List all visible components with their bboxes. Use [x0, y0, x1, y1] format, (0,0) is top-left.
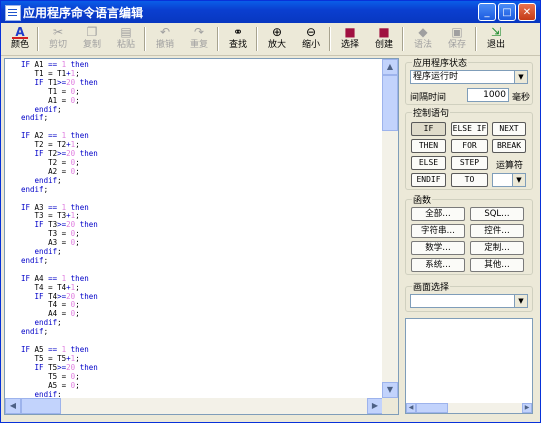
select-icon: ■	[344, 25, 356, 39]
font-color-icon: A	[12, 25, 28, 39]
scroll-left-button[interactable]: ◀	[5, 398, 21, 414]
toolbar-separator	[37, 27, 39, 51]
scroll-right-button[interactable]: ▶	[522, 403, 532, 413]
title-bar: 应用程序命令语言编辑 _ □ ✕	[1, 1, 540, 23]
interval-input[interactable]: 1000	[467, 88, 509, 102]
then-button[interactable]: THEN	[411, 139, 446, 153]
chevron-down-icon[interactable]: ▼	[512, 174, 525, 186]
vertical-scrollbar[interactable]: ▲ ▼	[382, 59, 398, 398]
create-icon: ■	[378, 25, 390, 39]
toolbar-separator	[475, 27, 477, 51]
operator-select[interactable]: ▼	[492, 173, 526, 187]
horizontal-scrollbar[interactable]: ◀ ▶	[5, 398, 383, 414]
copy-icon: ❐	[86, 25, 98, 39]
zoom-out-button[interactable]: ⊖ 缩小	[294, 25, 328, 53]
else-if-button[interactable]: ELSE IF	[451, 122, 488, 136]
func-control-button[interactable]: 控件…	[470, 224, 524, 238]
paste-button[interactable]: ▤ 粘贴	[109, 25, 143, 53]
app-state-value: 程序运行时	[413, 72, 459, 82]
create-button[interactable]: ■ 创建	[367, 25, 401, 53]
step-button[interactable]: STEP	[451, 156, 488, 170]
syntax-button[interactable]: ◆ 语法	[406, 25, 440, 53]
functions-group-label: 函数	[412, 193, 433, 206]
func-sql-button[interactable]: SQL…	[470, 207, 524, 221]
if-button[interactable]: IF	[411, 122, 446, 136]
toolbar-separator	[144, 27, 146, 51]
maximize-button[interactable]: □	[498, 3, 516, 21]
find-button[interactable]: ⚭ 查找	[221, 25, 255, 53]
minimize-button[interactable]: _	[478, 3, 496, 21]
zoom-out-icon: ⊖	[305, 25, 317, 39]
list-horizontal-scrollbar[interactable]: ◀ ▶	[406, 403, 532, 413]
func-system-button[interactable]: 系统…	[411, 258, 465, 272]
function-list[interactable]: ◀ ▶	[405, 318, 533, 414]
control-group-label: 控制语句	[412, 106, 451, 119]
interval-label: 间隔时间	[410, 93, 447, 103]
zoom-in-icon: ⊕	[271, 25, 283, 39]
toolbar-separator	[329, 27, 331, 51]
scroll-thumb[interactable]	[416, 403, 448, 413]
func-custom-button[interactable]: 定制…	[470, 241, 524, 255]
toolbar: A 颜色 ✂ 剪切 ❐ 复制 ▤ 粘贴 ↶ 撤销 ↷ 重复 ⚭ 查找 ⊕ 放大 …	[1, 23, 540, 56]
save-button[interactable]: ▣ 保存	[440, 25, 474, 53]
endif-button[interactable]: ENDIF	[411, 173, 446, 187]
syntax-check-icon: ◆	[418, 25, 428, 39]
else-button[interactable]: ELSE	[411, 156, 446, 170]
chevron-down-icon[interactable]: ▼	[514, 71, 527, 83]
func-string-button[interactable]: 字符串…	[411, 224, 465, 238]
toolbar-separator	[256, 27, 258, 51]
break-button[interactable]: BREAK	[492, 139, 526, 153]
func-other-button[interactable]: 其他…	[470, 258, 524, 272]
scroll-up-button[interactable]: ▲	[382, 59, 398, 75]
operator-label: 运算符	[496, 161, 524, 171]
cut-button[interactable]: ✂ 剪切	[41, 25, 75, 53]
func-math-button[interactable]: 数学…	[411, 241, 465, 255]
copy-button[interactable]: ❐ 复制	[75, 25, 109, 53]
chevron-down-icon[interactable]: ▼	[514, 295, 527, 307]
select-button[interactable]: ■ 选择	[333, 25, 367, 53]
redo-icon: ↷	[193, 25, 205, 39]
screen-group-label: 画面选择	[412, 280, 451, 293]
exit-icon: ⇲	[490, 25, 502, 39]
exit-button[interactable]: ⇲ 退出	[479, 25, 513, 53]
editor-window: 应用程序命令语言编辑 _ □ ✕ A 颜色 ✂ 剪切 ❐ 复制 ▤ 粘贴 ↶ 撤…	[0, 0, 541, 423]
scroll-thumb[interactable]	[382, 75, 398, 131]
save-icon: ▣	[451, 25, 463, 39]
color-button[interactable]: A 颜色	[3, 25, 37, 53]
binoculars-icon: ⚭	[232, 25, 244, 39]
code-text[interactable]: IF A1 == 1 then T1 = T1+1; IF T1>=20 the…	[5, 59, 383, 397]
interval-unit: 毫秒	[512, 93, 531, 103]
paste-icon: ▤	[120, 25, 132, 39]
scroll-corner	[382, 398, 398, 414]
screen-select[interactable]: ▼	[410, 294, 528, 308]
redo-button[interactable]: ↷ 重复	[182, 25, 216, 53]
scissors-icon: ✂	[52, 25, 64, 39]
scroll-down-button[interactable]: ▼	[382, 382, 398, 398]
to-button[interactable]: TO	[451, 173, 488, 187]
code-editor[interactable]: IF A1 == 1 then T1 = T1+1; IF T1>=20 the…	[4, 58, 399, 415]
code-area[interactable]: IF A1 == 1 then T1 = T1+1; IF T1>=20 the…	[5, 59, 383, 397]
scroll-thumb[interactable]	[21, 398, 61, 414]
scroll-right-button[interactable]: ▶	[367, 398, 383, 414]
toolbar-separator	[402, 27, 404, 51]
undo-icon: ↶	[159, 25, 171, 39]
zoom-in-button[interactable]: ⊕ 放大	[260, 25, 294, 53]
app-icon	[5, 5, 21, 21]
app-state-select[interactable]: 程序运行时 ▼	[410, 70, 528, 84]
func-all-button[interactable]: 全部…	[411, 207, 465, 221]
window-title: 应用程序命令语言编辑	[23, 6, 144, 20]
scroll-left-button[interactable]: ◀	[406, 403, 416, 413]
close-button[interactable]: ✕	[518, 3, 536, 21]
for-button[interactable]: FOR	[451, 139, 488, 153]
next-button[interactable]: NEXT	[492, 122, 526, 136]
toolbar-separator	[217, 27, 219, 51]
status-group-label: 应用程序状态	[412, 56, 469, 69]
undo-button[interactable]: ↶ 撤销	[148, 25, 182, 53]
